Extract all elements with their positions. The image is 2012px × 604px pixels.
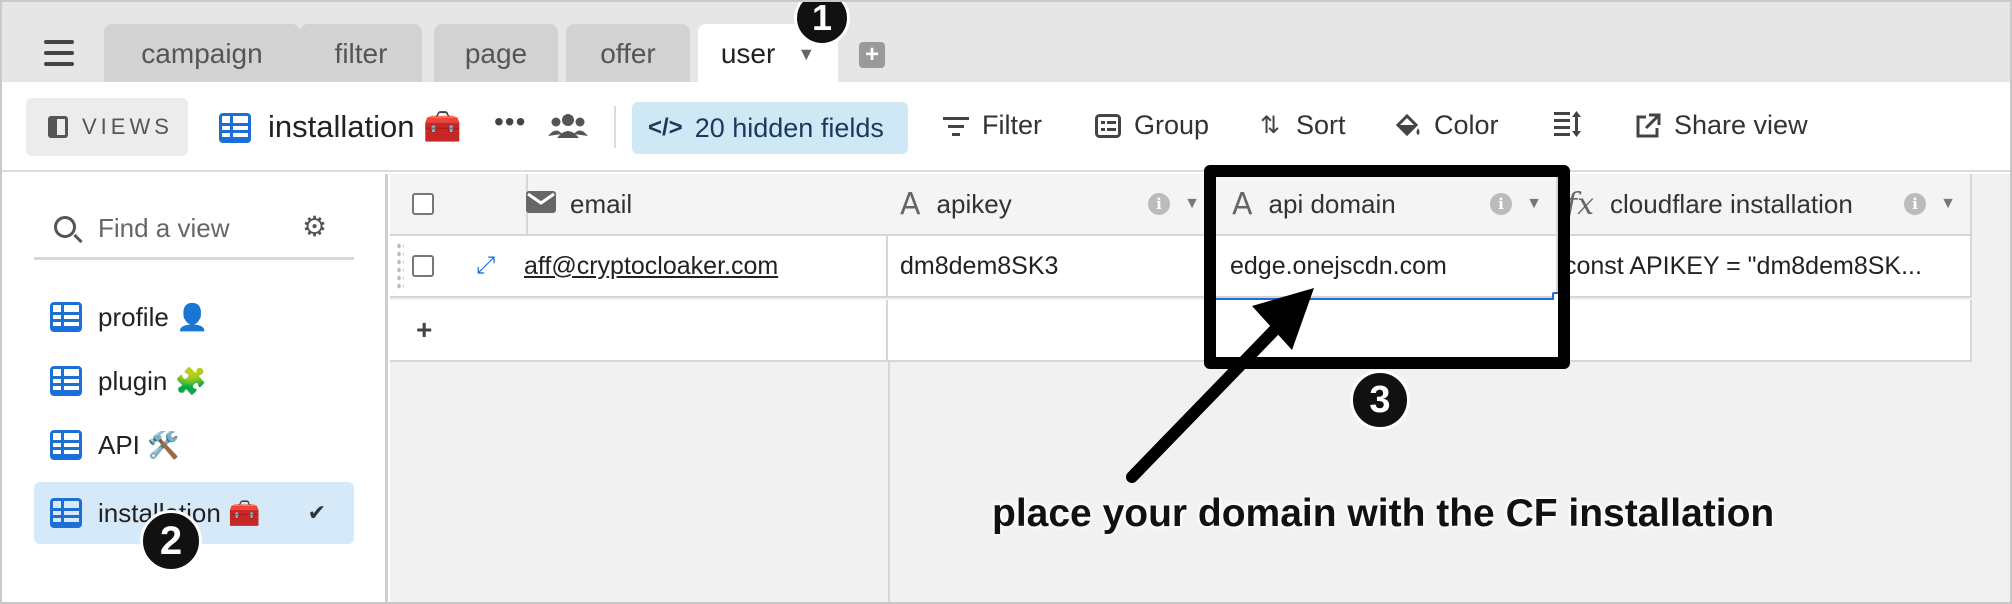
select-all-column	[390, 174, 528, 234]
color-label: Color	[1434, 110, 1499, 140]
tab-offer[interactable]: offer	[566, 24, 690, 84]
add-row-button[interactable]: +	[390, 300, 888, 360]
annotation-arrow-icon	[1126, 288, 1314, 483]
group-label: Group	[1134, 110, 1210, 140]
chevron-down-icon[interactable]: ▼	[797, 44, 815, 65]
info-icon[interactable]: i	[1904, 193, 1926, 215]
hamburger-menu-icon[interactable]	[44, 40, 74, 66]
expand-icon[interactable]: ⤢	[476, 252, 495, 280]
external-link-icon	[1634, 112, 1662, 140]
tab-label: page	[464, 38, 528, 69]
row-height-button[interactable]	[1554, 110, 1594, 138]
sidebar-item-profile[interactable]: profile 👤	[34, 286, 354, 348]
color-button[interactable]: Color	[1394, 110, 1499, 141]
sort-label: Sort	[1296, 110, 1346, 140]
row-checkbox[interactable]	[412, 255, 434, 277]
tab-page[interactable]: page	[434, 24, 558, 84]
views-label: VIEWS	[82, 114, 173, 139]
tab-label: offer	[600, 38, 656, 69]
current-view-name[interactable]: installation 🧰	[268, 108, 462, 145]
sidebar-item-label: profile 👤	[98, 301, 209, 332]
column-name: email	[570, 188, 633, 219]
share-view-label: Share view	[1674, 110, 1808, 140]
email-icon	[526, 190, 556, 218]
sidebar-toggle-icon	[48, 116, 68, 138]
filter-label: Filter	[982, 110, 1042, 140]
column-divider	[888, 362, 890, 602]
grid-view-icon	[50, 430, 82, 460]
share-view-button[interactable]: Share view	[1634, 110, 1808, 141]
chevron-down-icon[interactable]: ▼	[1184, 195, 1200, 213]
column-name: cloudflare installation	[1610, 188, 1853, 219]
column-name: apikey	[936, 188, 1012, 219]
row-height-icon	[1554, 110, 1582, 138]
filter-icon	[942, 112, 970, 140]
view-search: ⚙	[34, 202, 354, 260]
views-toggle-button[interactable]: VIEWS	[26, 98, 188, 156]
tab-campaign[interactable]: campaign	[104, 24, 300, 84]
text-field-icon: A	[900, 186, 921, 222]
filter-button[interactable]: Filter	[942, 110, 1042, 141]
hidden-fields-label: 20 hidden fields	[694, 112, 884, 143]
collaborators-icon[interactable]	[548, 112, 588, 140]
sidebar-item-plugin[interactable]: plugin 🧩	[34, 350, 354, 412]
tab-filter[interactable]: filter	[300, 24, 422, 84]
select-all-checkbox[interactable]	[412, 193, 434, 215]
step-badge-3: 3	[1350, 370, 1410, 430]
cloudflare-installation-cell[interactable]: const APIKEY = "dm8dem8SK...	[1558, 236, 1972, 296]
grid-view-icon	[219, 113, 251, 143]
hidden-fields-button[interactable]: </> 20 hidden fields	[632, 102, 908, 154]
column-header-apikey[interactable]: A apikey i ▼	[888, 174, 1216, 236]
sort-icon: ⇅	[1259, 112, 1281, 139]
email-cell[interactable]: aff@cryptocloaker.com	[500, 236, 888, 296]
toolbar-divider	[614, 106, 616, 148]
search-icon	[54, 216, 76, 238]
tab-label: user	[720, 38, 776, 69]
formula-icon: fx	[1566, 186, 1595, 222]
group-icon	[1094, 112, 1122, 140]
code-eye-icon: </>	[648, 114, 683, 141]
sidebar-item-label: plugin 🧩	[98, 365, 207, 396]
sidebar-item-label: API 🛠️	[98, 429, 180, 460]
app-window: campaign filter page offer user ▼ + VIEW…	[0, 0, 2012, 604]
checkmark-icon: ✔	[307, 500, 326, 525]
add-table-icon[interactable]: +	[859, 42, 885, 68]
group-button[interactable]: Group	[1094, 110, 1209, 141]
grid-view-icon	[50, 498, 82, 528]
sort-button[interactable]: ⇅ Sort	[1256, 110, 1346, 141]
find-view-input[interactable]	[98, 208, 298, 248]
view-toolbar: VIEWS installation 🧰 ••• </> 20 hidden f…	[2, 82, 2010, 172]
tab-label: campaign	[141, 38, 263, 69]
grid-view-icon	[50, 366, 82, 396]
table-tab-bar: campaign filter page offer user ▼ +	[2, 2, 2010, 84]
chevron-down-icon[interactable]: ▼	[1940, 195, 1956, 213]
gear-icon[interactable]: ⚙	[302, 210, 327, 243]
tab-label: filter	[334, 38, 388, 69]
paint-bucket-icon	[1394, 112, 1422, 140]
more-options-icon[interactable]: •••	[494, 106, 526, 138]
email-link[interactable]: aff@cryptocloaker.com	[524, 252, 778, 281]
grid-view-icon	[50, 302, 82, 332]
sidebar-item-api[interactable]: API 🛠️	[34, 414, 354, 476]
step-badge-2: 2	[140, 510, 202, 572]
annotation-caption: place your domain with the CF installati…	[992, 492, 1775, 535]
info-icon[interactable]: i	[1148, 193, 1170, 215]
column-header-cloudflare-installation[interactable]: fx cloudflare installation i ▼	[1558, 174, 1972, 236]
